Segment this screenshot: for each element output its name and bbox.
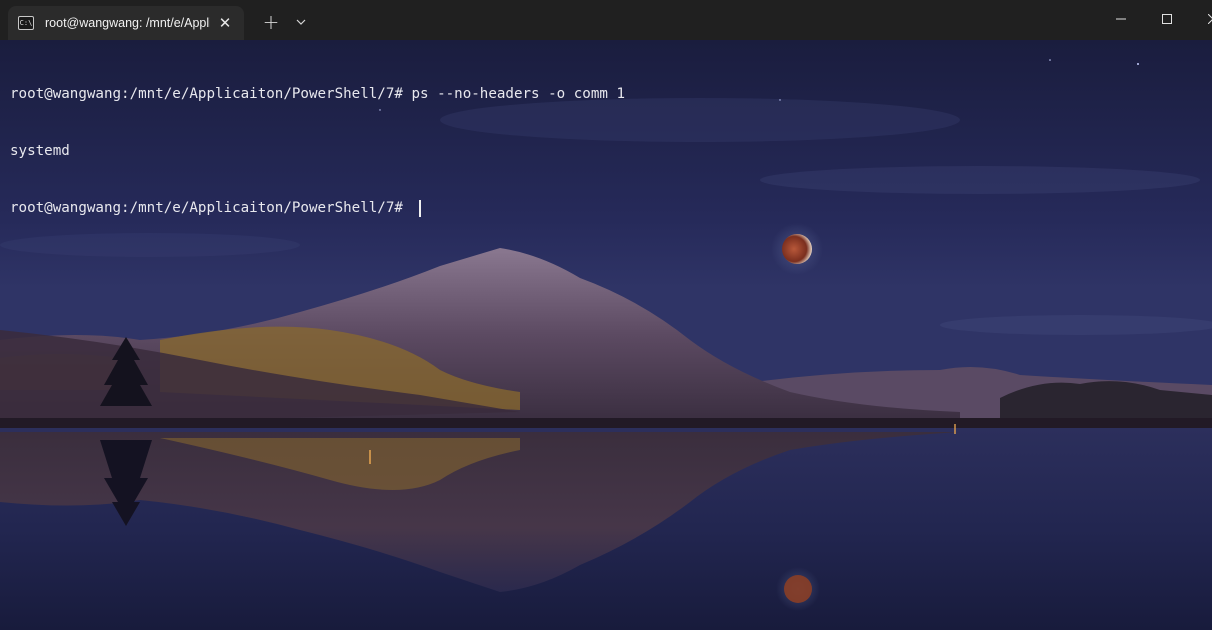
close-window-button[interactable] [1190,0,1212,38]
terminal-pane[interactable]: root@wangwang:/mnt/e/Applicaiton/PowerSh… [0,40,1212,630]
tab-close-icon[interactable]: ✕ [214,12,236,34]
tab-terminal[interactable]: C:\ root@wangwang: /mnt/e/Applicaiton/Po… [8,6,244,40]
minimize-icon [1116,18,1126,20]
tab-dropdown-button[interactable] [288,8,314,36]
close-icon [1208,14,1212,24]
maximize-button[interactable] [1144,0,1190,38]
command-text: ps --no-headers -o comm 1 [411,86,626,102]
minimize-button[interactable] [1098,0,1144,38]
prompt: root@wangwang:/mnt/e/Applicaiton/PowerSh… [10,86,412,102]
text-cursor [419,200,421,217]
terminal-line: root@wangwang:/mnt/e/Applicaiton/PowerSh… [10,85,625,104]
output-text: systemd [10,143,70,159]
prompt: root@wangwang:/mnt/e/Applicaiton/PowerSh… [10,200,412,216]
chevron-down-icon [296,19,306,25]
terminal-window: C:\ root@wangwang: /mnt/e/Applicaiton/Po… [0,0,1212,630]
terminal-line: systemd [10,142,625,161]
terminal-line: root@wangwang:/mnt/e/Applicaiton/PowerSh… [10,199,625,218]
title-bar: C:\ root@wangwang: /mnt/e/Applicaiton/Po… [0,0,1212,40]
tab-title: root@wangwang: /mnt/e/Applicaiton/PowerS… [45,16,210,30]
terminal-icon: C:\ [18,16,34,30]
new-tab-button[interactable]: + [258,8,284,36]
terminal-output: root@wangwang:/mnt/e/Applicaiton/PowerSh… [10,47,625,256]
maximize-icon [1162,14,1172,24]
